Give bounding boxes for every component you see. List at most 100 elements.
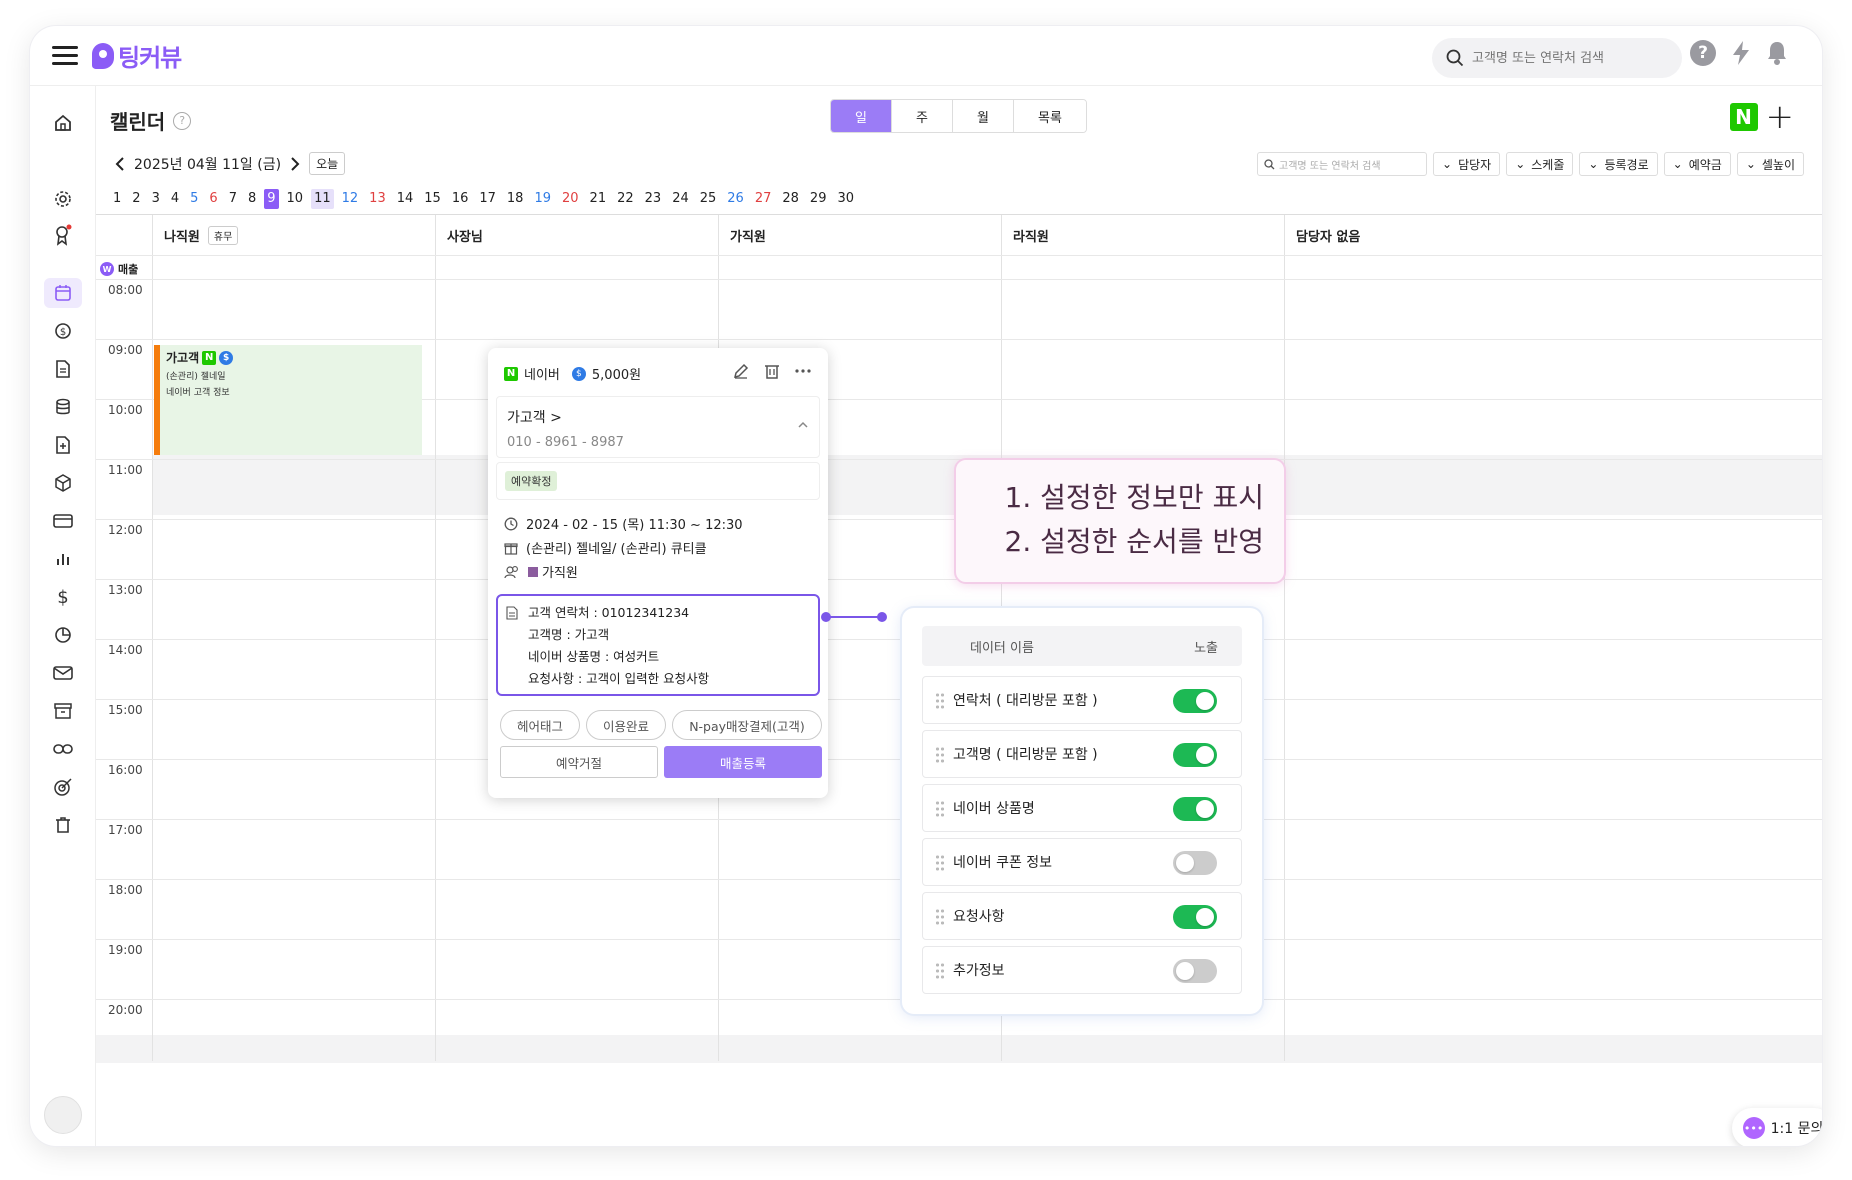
reject-button[interactable]: 예약거절 bbox=[500, 746, 658, 778]
coin-icon[interactable]: $ bbox=[44, 316, 82, 346]
drag-handle-icon[interactable] bbox=[935, 692, 945, 710]
filter-schedule[interactable]: ⌄ 스케줄 bbox=[1506, 152, 1574, 176]
day-26[interactable]: 26 bbox=[724, 189, 747, 209]
day-3[interactable]: 3 bbox=[149, 189, 163, 209]
trash-icon[interactable] bbox=[44, 810, 82, 840]
day-15[interactable]: 15 bbox=[421, 189, 444, 209]
npay-chip[interactable]: N-pay매장결제(고객) bbox=[672, 710, 822, 740]
staff-column-head[interactable]: 가직원 bbox=[718, 215, 766, 255]
day-1[interactable]: 1 bbox=[110, 189, 124, 209]
day-19[interactable]: 19 bbox=[531, 189, 554, 209]
tab-list[interactable]: 목록 bbox=[1014, 100, 1086, 132]
day-4[interactable]: 4 bbox=[168, 189, 182, 209]
database-icon[interactable] bbox=[44, 392, 82, 422]
settings-row[interactable]: 연락처 ( 대리방문 포함 ) bbox=[922, 676, 1242, 724]
filter-source[interactable]: ⌄ 등록경로 bbox=[1579, 152, 1658, 176]
staff-column-head[interactable]: 나직원 휴무 bbox=[152, 215, 435, 255]
day-13[interactable]: 13 bbox=[366, 189, 389, 209]
bar-chart-icon[interactable] bbox=[44, 544, 82, 574]
visibility-toggle[interactable] bbox=[1173, 851, 1217, 875]
edit-icon[interactable] bbox=[732, 362, 750, 380]
dollar-icon[interactable]: $ bbox=[44, 582, 82, 612]
day-16[interactable]: 16 bbox=[449, 189, 472, 209]
hair-tag-chip[interactable]: 헤어태그 bbox=[500, 710, 580, 740]
day-6[interactable]: 6 bbox=[206, 189, 220, 209]
brand-logo[interactable]: 팅커뷰 bbox=[92, 38, 182, 73]
award-icon[interactable] bbox=[44, 220, 82, 250]
day-22[interactable]: 22 bbox=[614, 189, 637, 209]
settings-row[interactable]: 추가정보 bbox=[922, 946, 1242, 994]
day-17[interactable]: 17 bbox=[476, 189, 499, 209]
day-8[interactable]: 8 bbox=[245, 189, 259, 209]
day-11[interactable]: 11 bbox=[311, 189, 334, 209]
link-icon[interactable] bbox=[44, 734, 82, 764]
day-7[interactable]: 7 bbox=[226, 189, 240, 209]
card-icon[interactable] bbox=[44, 506, 82, 536]
day-18[interactable]: 18 bbox=[504, 189, 527, 209]
current-date[interactable]: 2025년 04월 11일 (금) bbox=[134, 154, 281, 174]
chevron-right-icon[interactable] bbox=[289, 156, 301, 172]
today-button[interactable]: 오늘 bbox=[309, 152, 346, 175]
avatar[interactable] bbox=[44, 1096, 82, 1134]
used-complete-chip[interactable]: 이용완료 bbox=[586, 710, 666, 740]
visibility-toggle[interactable] bbox=[1173, 743, 1217, 767]
global-search-input[interactable] bbox=[1472, 50, 1652, 66]
gear-icon[interactable] bbox=[44, 184, 82, 214]
day-23[interactable]: 23 bbox=[642, 189, 665, 209]
global-search[interactable] bbox=[1432, 38, 1682, 78]
tab-month[interactable]: 월 bbox=[953, 100, 1014, 132]
settings-row[interactable]: 네이버 상품명 bbox=[922, 784, 1242, 832]
filter-deposit[interactable]: ⌄ 예약금 bbox=[1663, 152, 1731, 176]
settings-row[interactable]: 네이버 쿠폰 정보 bbox=[922, 838, 1242, 886]
add-icon[interactable]: + bbox=[1766, 100, 1795, 134]
filter-cell-height[interactable]: ⌄ 셀높이 bbox=[1736, 152, 1804, 176]
help-icon[interactable]: ? bbox=[1690, 40, 1716, 66]
customer-box[interactable]: 가고객 > 010 - 8961 - 8987 bbox=[496, 396, 820, 458]
tab-week[interactable]: 주 bbox=[892, 100, 953, 132]
archive-icon[interactable] bbox=[44, 696, 82, 726]
day-12[interactable]: 12 bbox=[339, 189, 362, 209]
help-icon[interactable]: ? bbox=[173, 111, 192, 130]
day-14[interactable]: 14 bbox=[394, 189, 417, 209]
trash-icon[interactable] bbox=[764, 362, 780, 380]
filter-staff[interactable]: ⌄ 담당자 bbox=[1433, 152, 1501, 176]
day-9[interactable]: 9 bbox=[264, 189, 279, 209]
visibility-toggle[interactable] bbox=[1173, 689, 1217, 713]
day-24[interactable]: 24 bbox=[669, 189, 692, 209]
appointment-block[interactable]: 가고객 N $ (손관리) 젤네일 네이버 고객 정보 bbox=[154, 345, 422, 455]
customer-name[interactable]: 가고객 > bbox=[507, 407, 809, 427]
target-icon[interactable] bbox=[44, 772, 82, 802]
visibility-toggle[interactable] bbox=[1173, 797, 1217, 821]
day-27[interactable]: 27 bbox=[752, 189, 775, 209]
home-icon[interactable] bbox=[44, 108, 82, 138]
box-icon[interactable] bbox=[44, 468, 82, 498]
drag-handle-icon[interactable] bbox=[935, 746, 945, 764]
day-2[interactable]: 2 bbox=[129, 189, 143, 209]
day-28[interactable]: 28 bbox=[779, 189, 802, 209]
status-badge[interactable]: 예약확정 bbox=[505, 471, 558, 491]
day-30[interactable]: 30 bbox=[834, 189, 857, 209]
register-sales-button[interactable]: 매출등록 bbox=[664, 746, 822, 778]
day-29[interactable]: 29 bbox=[807, 189, 830, 209]
inquiry-button[interactable]: ••• 1:1 문의 bbox=[1732, 1108, 1822, 1146]
mail-icon[interactable] bbox=[44, 658, 82, 688]
pie-chart-icon[interactable] bbox=[44, 620, 82, 650]
day-21[interactable]: 21 bbox=[587, 189, 610, 209]
file-plus-icon[interactable] bbox=[44, 430, 82, 460]
naver-icon[interactable]: N bbox=[1729, 103, 1758, 131]
day-25[interactable]: 25 bbox=[697, 189, 720, 209]
bell-icon[interactable] bbox=[1766, 40, 1788, 66]
day-20[interactable]: 20 bbox=[559, 189, 582, 209]
staff-column-head[interactable]: 담당자 없음 bbox=[1284, 215, 1360, 255]
document-icon[interactable] bbox=[44, 354, 82, 384]
chevron-up-icon[interactable] bbox=[797, 421, 809, 429]
menu-icon[interactable] bbox=[52, 46, 78, 66]
lightning-icon[interactable] bbox=[1730, 40, 1752, 66]
visibility-toggle[interactable] bbox=[1173, 905, 1217, 929]
staff-column-head[interactable]: 사장님 bbox=[435, 215, 483, 255]
drag-handle-icon[interactable] bbox=[935, 962, 945, 980]
calendar-icon[interactable] bbox=[44, 278, 82, 308]
day-10[interactable]: 10 bbox=[284, 189, 307, 209]
drag-handle-icon[interactable] bbox=[935, 854, 945, 872]
drag-handle-icon[interactable] bbox=[935, 908, 945, 926]
